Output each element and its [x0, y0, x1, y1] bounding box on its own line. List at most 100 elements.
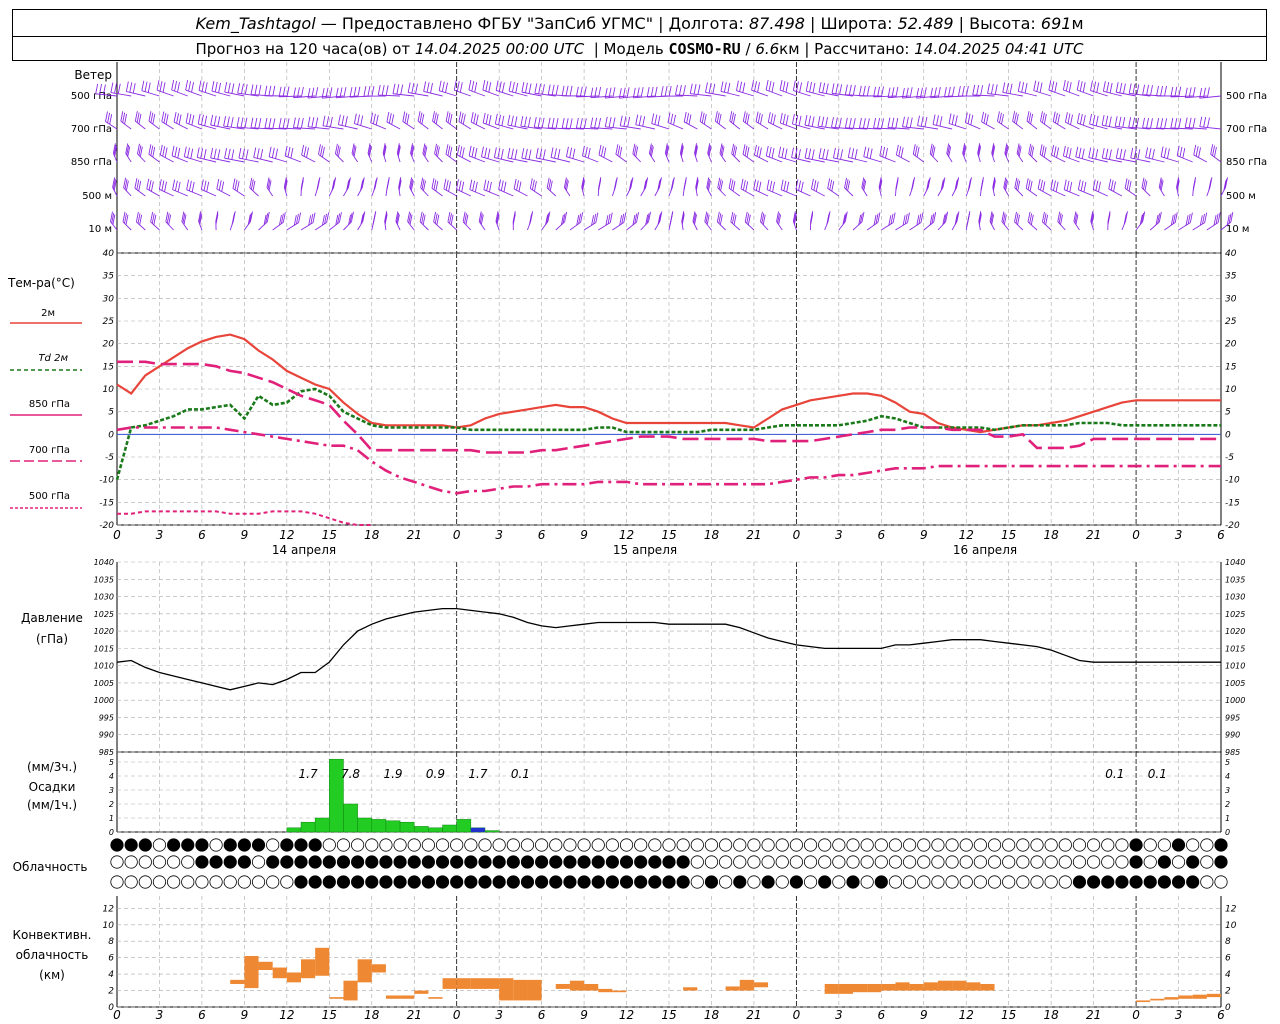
cloud-symbol: [1002, 855, 1016, 869]
precip-tick: 3: [109, 786, 114, 795]
cloud-symbol: [535, 838, 549, 852]
cloud-symbol: [1016, 875, 1030, 889]
wind-barb-shaft: [1064, 189, 1080, 197]
wind-barb-feather: [900, 147, 904, 158]
pressure-tick: 1000: [94, 696, 114, 705]
day-label: 14 апреля: [272, 543, 336, 557]
wind-barb-feather: [1028, 112, 1032, 123]
wind-barb-feather: [566, 146, 569, 157]
precip-tick-right: 0: [1225, 828, 1230, 837]
wind-barb-feather: [214, 81, 218, 93]
precip-tick: 2: [109, 800, 114, 809]
wind-barb-feather: [1146, 117, 1149, 129]
convective-bar: [513, 979, 528, 1001]
wind-barb-feather: [730, 179, 734, 190]
wind-barb-feather: [458, 111, 462, 122]
cloud-symbol: [648, 838, 662, 852]
wind-barb-feather: [604, 116, 608, 127]
wind-barb-feather: [258, 118, 262, 129]
wind-barb-feather: [1043, 213, 1047, 224]
temperature-tick-right: -10: [1225, 476, 1240, 486]
wind-barb-shaft: [566, 156, 585, 163]
wind-barb-feather: [917, 115, 920, 126]
wind-barb-shaft: [1033, 90, 1052, 97]
wind-barb-feather: [598, 118, 602, 129]
wind-barb-feather: [306, 147, 309, 158]
wind-barb-feather: [1067, 113, 1071, 124]
cloud-symbol: [733, 838, 747, 852]
wind-barb-feather: [161, 111, 165, 122]
cloud-symbol: [209, 875, 223, 889]
wind-barb-feather: [456, 144, 460, 156]
temperature-y-ticks: 40 40 35 35 30 30 25 25 20 20 15 15 10 10 5 5 0 0 -5 -5 -10 -…: [99, 249, 1240, 531]
wind-barb-feather: [486, 180, 490, 191]
convective-labels: Конвективн. облачность (км): [13, 928, 92, 982]
wind-barb-feather: [1054, 82, 1058, 93]
convective-tick-right: 6: [1225, 954, 1231, 964]
wind-barb-feather: [1204, 212, 1208, 223]
wind-barb-feather: [264, 85, 268, 96]
wind-barb-feather: [689, 83, 693, 94]
wind-barb-feather: [1102, 81, 1106, 92]
cloud-symbol: [1186, 875, 1200, 889]
wind-barb-shaft: [1037, 188, 1052, 197]
convective-bar: [867, 983, 882, 993]
wind-barb-feather: [482, 112, 486, 124]
cloud-symbol: [690, 875, 704, 889]
wind-barb-feather: [426, 82, 430, 93]
cloud-symbol: [549, 875, 563, 889]
wind-barb-feather: [784, 148, 788, 159]
wind-barb-feather: [456, 81, 460, 92]
cloud-symbol: [945, 855, 959, 869]
temperature-tick: 10: [103, 385, 115, 395]
cloud-symbol: [903, 875, 917, 889]
wind-barb-feather: [779, 80, 783, 91]
cloud-symbol: [591, 855, 605, 869]
wind-barb-feather: [669, 214, 673, 225]
wind-barb-feather: [1033, 80, 1037, 91]
wind-barb-feather: [1213, 146, 1217, 158]
wind-barb-feather: [594, 117, 598, 128]
wind-barb-feather: [768, 81, 772, 92]
cloud-symbol: [1186, 855, 1200, 869]
wind-barb-feather: [983, 113, 987, 124]
cloud-symbol: [959, 838, 973, 852]
wind-barb-feather: [282, 118, 286, 129]
wind-barb-feather: [114, 83, 118, 94]
wind-barb-feather: [1119, 148, 1123, 159]
cloud-symbol: [336, 838, 351, 852]
cloud-symbol: [520, 838, 535, 852]
wind-barb-feather: [608, 117, 612, 128]
wind-barb-feather: [840, 149, 843, 160]
wind-barb-feather: [584, 146, 588, 158]
cloud-symbol: [1016, 838, 1030, 852]
wind-barb-feather: [757, 82, 761, 93]
wind-barb-feather: [808, 115, 811, 126]
wind-barb-feather: [627, 116, 631, 128]
wind-barb-feather: [1114, 116, 1118, 127]
wind-barb-feather: [1065, 146, 1069, 158]
cloud-symbol: [209, 855, 223, 869]
wind-barb-feather: [981, 111, 985, 122]
wind-barb-feather: [1095, 149, 1099, 160]
wind-barb-feather: [514, 149, 518, 160]
cloud-symbol: [223, 855, 237, 869]
wind-barb-feather: [740, 178, 744, 189]
wind-barb-feather: [635, 114, 639, 125]
wind-barb-feather: [156, 80, 160, 91]
wind-barb-feather: [1182, 147, 1186, 159]
wind-barb-shaft: [159, 188, 174, 197]
wind-barb-feather: [171, 79, 175, 91]
pressure-tick-right: 995: [1225, 713, 1240, 722]
wind-barb-shaft: [795, 189, 811, 197]
wind-barb-feather: [538, 83, 542, 94]
wind-barb-feather: [501, 82, 505, 93]
wind-barb-feather: [1024, 82, 1028, 94]
wind-barb-feather: [1136, 84, 1140, 95]
wind-barb-feather: [147, 82, 151, 93]
wind-barb-feather: [174, 81, 178, 92]
cloud-symbol: [846, 855, 860, 869]
wind-barb-feather: [746, 213, 750, 224]
cloud-symbol: [181, 855, 195, 869]
wind-barb-feather: [1101, 115, 1105, 126]
